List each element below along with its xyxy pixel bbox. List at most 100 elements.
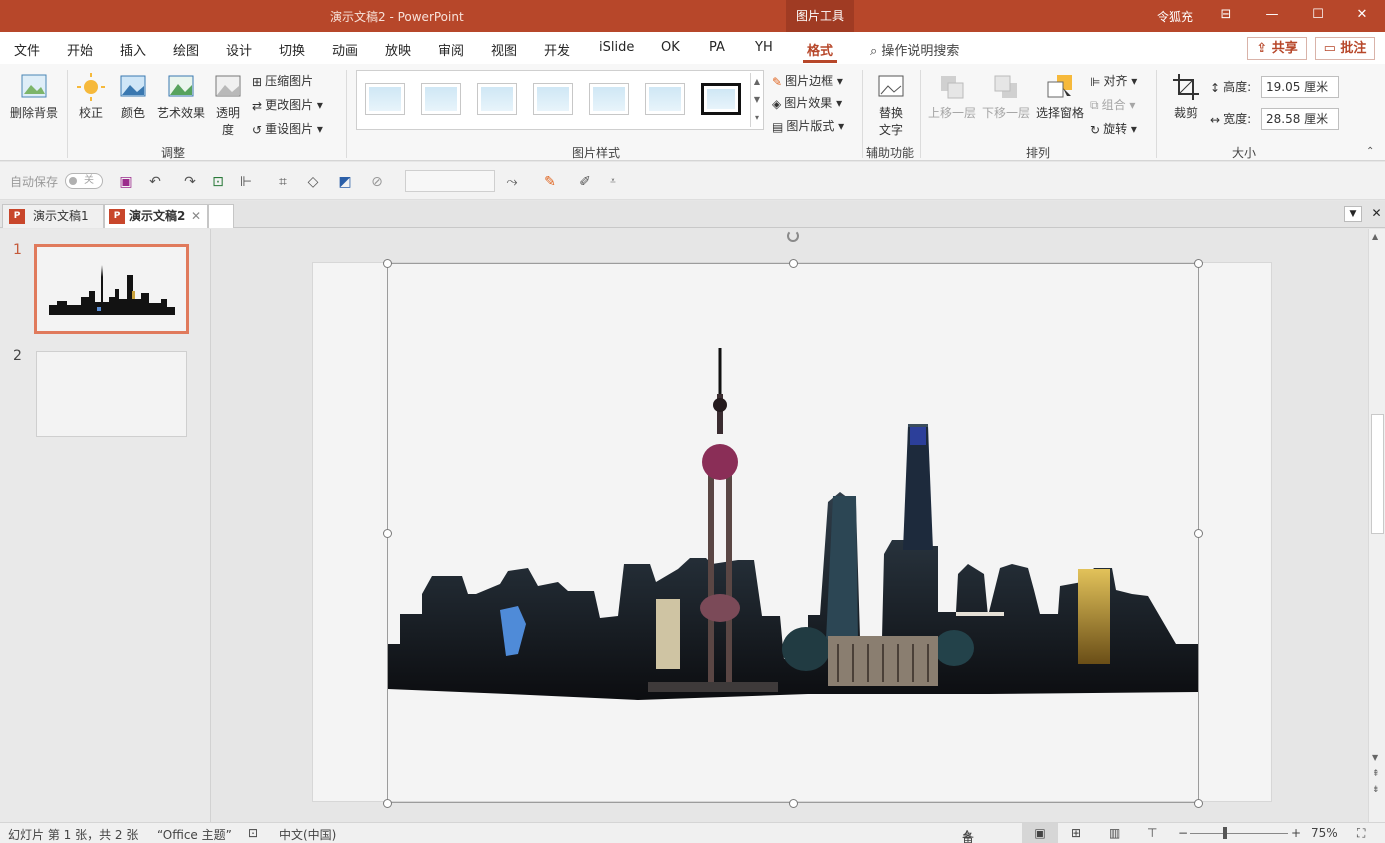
- gallery-scroll-icon[interactable]: ▲ ▼ ▾: [750, 73, 763, 127]
- send-backward-button[interactable]: 下移一层: [980, 72, 1032, 121]
- collapse-ribbon-icon[interactable]: ⌃: [1366, 146, 1374, 157]
- picture-border-button[interactable]: ✎ 图片边框 ▾: [772, 72, 843, 89]
- crop-qat-icon[interactable]: ⌗: [274, 173, 292, 191]
- crop-button[interactable]: 裁剪: [1164, 72, 1208, 121]
- reading-view-icon[interactable]: ▥: [1109, 826, 1120, 840]
- eyedropper-icon[interactable]: ✐: [576, 173, 594, 191]
- resize-handle[interactable]: [1194, 799, 1203, 808]
- selected-picture[interactable]: [383, 230, 1203, 808]
- close-tab-icon[interactable]: ✕: [191, 205, 201, 227]
- group-objects-button[interactable]: ⧉ 组合 ▾: [1090, 96, 1135, 113]
- presentation-icon[interactable]: ⊡: [209, 173, 227, 191]
- style-thumb[interactable]: [421, 83, 461, 115]
- tell-me-search[interactable]: ⌕ 操作说明搜索: [870, 40, 959, 59]
- tab-list-icon[interactable]: ▼: [1344, 206, 1362, 222]
- transparency-button[interactable]: 透明 度: [210, 72, 246, 138]
- vertical-scrollbar[interactable]: ▲ ▼ ⇞ ⇟: [1368, 229, 1385, 822]
- style-thumb[interactable]: [645, 83, 685, 115]
- line-style-icon[interactable]: ⤳: [503, 173, 521, 191]
- previous-slide-icon[interactable]: ⇞: [1372, 769, 1380, 779]
- normal-view-icon[interactable]: ▣: [1022, 823, 1058, 843]
- close-all-icon[interactable]: ✕: [1368, 206, 1385, 222]
- ribbon-display-options-icon[interactable]: ⊟: [1203, 0, 1249, 32]
- tab-yh[interactable]: YH: [755, 40, 773, 55]
- tab-format[interactable]: 格式: [802, 40, 838, 63]
- pen-color-icon[interactable]: ✎: [541, 173, 559, 191]
- font-size-combo[interactable]: [405, 170, 495, 192]
- customize-qat-icon[interactable]: ⩡: [604, 173, 622, 191]
- align-left-icon[interactable]: ⊩: [237, 173, 255, 191]
- slide-thumbnail-1[interactable]: [34, 244, 189, 334]
- redo-icon[interactable]: ↷: [181, 173, 199, 191]
- scroll-down-icon[interactable]: ▼: [1372, 753, 1378, 762]
- resize-handle[interactable]: [383, 259, 392, 268]
- resize-handle[interactable]: [789, 259, 798, 268]
- tab-view[interactable]: 视图: [491, 40, 517, 59]
- merge-shapes-icon[interactable]: ⊘: [368, 173, 386, 191]
- rotate-handle-icon[interactable]: [787, 230, 799, 242]
- tab-islide[interactable]: iSlide: [599, 40, 634, 55]
- rotate-button[interactable]: ↻ 旋转 ▾: [1090, 120, 1137, 137]
- slide-canvas[interactable]: [312, 230, 1272, 808]
- save-icon[interactable]: ▣: [117, 173, 135, 191]
- tab-design[interactable]: 设计: [226, 40, 252, 59]
- tab-developer[interactable]: 开发: [544, 40, 570, 59]
- tab-insert[interactable]: 插入: [120, 40, 146, 59]
- tab-animations[interactable]: 动画: [332, 40, 358, 59]
- scroll-up-icon[interactable]: ▲: [1372, 232, 1378, 241]
- next-slide-icon[interactable]: ⇟: [1372, 785, 1380, 795]
- fit-to-window-icon[interactable]: ⛶: [1357, 826, 1365, 841]
- share-button[interactable]: ⇪ 共享: [1247, 37, 1307, 60]
- zoom-in-icon[interactable]: +: [1291, 826, 1301, 840]
- zoom-level[interactable]: 75%: [1311, 826, 1338, 840]
- autosave-toggle[interactable]: 关: [65, 173, 103, 189]
- doc-tab-2[interactable]: P 演示文稿2 ✕: [104, 204, 208, 228]
- doc-tab-1[interactable]: P 演示文稿1: [2, 204, 104, 228]
- tab-slideshow[interactable]: 放映: [385, 40, 411, 59]
- close-button[interactable]: ✕: [1339, 0, 1385, 32]
- picture-layout-button[interactable]: ▤ 图片版式 ▾: [772, 117, 844, 134]
- width-input[interactable]: 28.58 厘米: [1261, 108, 1339, 130]
- spellcheck-icon[interactable]: ⊡: [248, 826, 258, 840]
- zoom-out-icon[interactable]: −: [1178, 826, 1188, 840]
- slideshow-icon[interactable]: ⊤: [1147, 826, 1157, 840]
- style-thumb[interactable]: [589, 83, 629, 115]
- tab-ok[interactable]: OK: [661, 40, 680, 55]
- maximize-button[interactable]: ☐: [1295, 0, 1341, 32]
- slide-sorter-icon[interactable]: ⊞: [1071, 826, 1081, 840]
- align-button[interactable]: ⊫ 对齐 ▾: [1090, 72, 1137, 89]
- tab-file[interactable]: 文件: [14, 40, 40, 59]
- picture-effects-button[interactable]: ◈ 图片效果 ▾: [772, 94, 842, 111]
- style-thumb[interactable]: [533, 83, 573, 115]
- tab-draw[interactable]: 绘图: [173, 40, 199, 59]
- scroll-thumb[interactable]: [1371, 414, 1384, 534]
- style-thumb-selected[interactable]: [701, 83, 741, 115]
- picture-styles-gallery[interactable]: ▲ ▼ ▾: [356, 70, 764, 130]
- tab-transitions[interactable]: 切换: [279, 40, 305, 59]
- change-picture-button[interactable]: ⇄ 更改图片 ▾: [252, 96, 323, 113]
- color-button[interactable]: 颜色: [114, 72, 152, 121]
- resize-handle[interactable]: [1194, 529, 1203, 538]
- comments-button[interactable]: ▭ 批注: [1315, 37, 1375, 60]
- reset-picture-button[interactable]: ↺ 重设图片 ▾: [252, 120, 323, 137]
- language[interactable]: 中文(中国): [279, 826, 336, 843]
- resize-handle[interactable]: [383, 529, 392, 538]
- height-input[interactable]: 19.05 厘米: [1261, 76, 1339, 98]
- resize-handle[interactable]: [1194, 259, 1203, 268]
- resize-handle[interactable]: [789, 799, 798, 808]
- zoom-slider-thumb[interactable]: [1223, 827, 1227, 839]
- compress-pictures-button[interactable]: ⊞ 压缩图片: [252, 72, 313, 89]
- style-thumb[interactable]: [365, 83, 405, 115]
- shape-icon[interactable]: ◩: [336, 173, 354, 191]
- corrections-button[interactable]: 校正: [72, 72, 110, 121]
- bring-forward-button[interactable]: 上移一层: [926, 72, 978, 121]
- selection-pane-button[interactable]: 选择窗格: [1034, 72, 1086, 121]
- resize-handle[interactable]: [383, 799, 392, 808]
- new-tab-button[interactable]: [208, 204, 234, 228]
- user-name[interactable]: 令狐充: [1157, 8, 1193, 25]
- minimize-button[interactable]: —: [1249, 0, 1295, 32]
- tab-review[interactable]: 审阅: [438, 40, 464, 59]
- undo-icon[interactable]: ↶: [146, 173, 164, 191]
- style-thumb[interactable]: [477, 83, 517, 115]
- artistic-effects-button[interactable]: 艺术效果: [154, 72, 208, 121]
